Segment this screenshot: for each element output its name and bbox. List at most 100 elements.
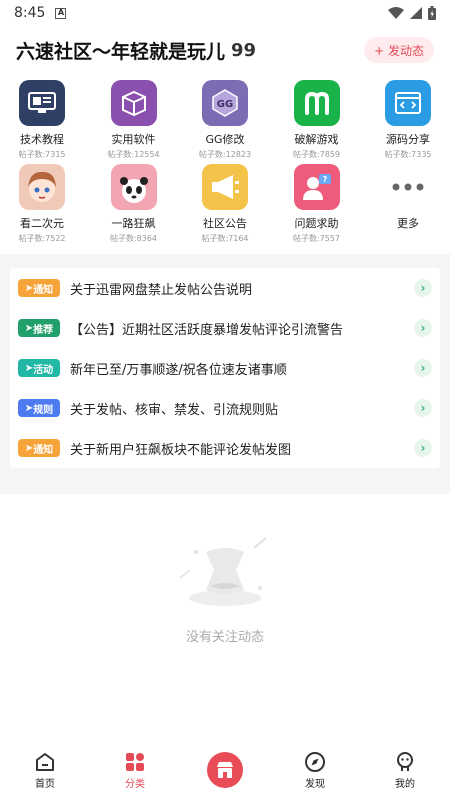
anime-icon <box>19 164 65 210</box>
category-grid: 技术教程 帖子数:7315 实用软件 帖子数:12554 GG GG修改 帖子数… <box>0 80 450 248</box>
category-count: 帖子数:12823 <box>198 150 252 159</box>
code-icon <box>385 80 431 126</box>
category-item-source[interactable]: 源码分享 帖子数:7335 <box>376 80 440 164</box>
tab-mine-label: 我的 <box>395 778 415 790</box>
home-icon <box>36 752 54 771</box>
category-count: 帖子数:12554 <box>107 150 160 159</box>
svg-text:?: ? <box>322 175 327 184</box>
category-count: 帖子数:7164 <box>201 234 249 243</box>
category-name: 社区公告 <box>203 217 247 230</box>
gg-icon: GG <box>202 80 248 126</box>
category-name: 更多 <box>397 217 419 230</box>
tab-category[interactable]: 分类 <box>100 751 170 790</box>
category-name: 看二次元 <box>20 217 64 230</box>
chevron-right-icon: › <box>414 319 432 337</box>
battery-icon <box>428 6 436 20</box>
category-count: 帖子数:7859 <box>292 150 341 159</box>
post-button[interactable]: + 发动态 <box>364 37 434 63</box>
notice-item[interactable]: ➤ 活动 新年已至/万事顺遂/祝各位速友诸事顺 › <box>10 348 440 388</box>
notice-tag-label: 规则 <box>33 404 54 416</box>
signal-icon <box>410 7 422 19</box>
chevron-right-icon: › <box>414 359 432 377</box>
category-item-more[interactable]: 更多 <box>376 164 440 248</box>
bottom-tab-bar: 首页 分类 发现 我的 <box>0 740 450 800</box>
chevron-right-icon: › <box>414 439 432 457</box>
notice-item[interactable]: ➤ 规则 关于发帖、核审、禁发、引流规则贴 › <box>10 388 440 428</box>
grid-icon <box>126 752 144 771</box>
notice-tag-label: 活动 <box>33 364 54 376</box>
tab-category-label: 分类 <box>125 778 145 790</box>
profile-icon <box>397 751 413 771</box>
category-name: 实用软件 <box>111 133 156 146</box>
notice-title: 新年已至/万事顺遂/祝各位速友诸事顺 <box>70 362 287 378</box>
category-item-announcement[interactable]: 社区公告 帖子数:7164 <box>193 164 257 248</box>
notice-title: 关于迅雷网盘禁止发帖公告说明 <box>70 282 253 298</box>
category-row: 看二次元 帖子数:7522 一路狂飙 帖子数:8364 社区公告 帖子数:716… <box>0 164 450 248</box>
category-count: 帖子数:7335 <box>384 150 432 159</box>
notice-tag: ➤ 通知 <box>18 439 60 457</box>
category-name: GG修改 <box>205 133 245 146</box>
notice-title: 关于发帖、核审、禁发、引流规则贴 <box>70 402 279 418</box>
notice-tag: ➤ 通知 <box>18 279 60 297</box>
svg-text:GG: GG <box>217 99 233 110</box>
category-row: 技术教程 帖子数:7315 实用软件 帖子数:12554 GG GG修改 帖子数… <box>0 80 450 164</box>
hourglass-icon <box>179 537 267 606</box>
notice-tag: ➤ 规则 <box>18 399 60 417</box>
category-name: 技术教程 <box>20 133 64 146</box>
category-name: 问题求助 <box>294 217 339 230</box>
tab-discover-label: 发现 <box>305 778 325 790</box>
compass-icon <box>305 751 325 772</box>
store-icon <box>217 762 233 778</box>
category-item-anime[interactable]: 看二次元 帖子数:7522 <box>10 164 74 248</box>
tab-mine[interactable]: 我的 <box>370 751 440 790</box>
category-count: 帖子数:7557 <box>292 234 341 243</box>
box-icon <box>110 80 157 126</box>
category-item-software[interactable]: 实用软件 帖子数:12554 <box>102 80 166 164</box>
category-count: 帖子数:7522 <box>18 234 66 243</box>
tab-publish[interactable] <box>190 752 260 788</box>
m-logo-icon <box>293 80 340 126</box>
category-name: 破解游戏 <box>294 133 339 146</box>
more-icon <box>385 164 431 210</box>
status-time: 8:45 <box>14 5 46 21</box>
app-notification-icon: A <box>55 7 67 19</box>
wifi-icon <box>388 7 404 19</box>
megaphone-icon <box>202 164 248 210</box>
page-title: 六速社区～年轻就是玩儿 <box>16 40 226 63</box>
panda-icon <box>110 164 157 210</box>
tab-home-label: 首页 <box>35 778 55 790</box>
category-item-games[interactable]: 破解游戏 帖子数:7859 <box>285 80 349 164</box>
notice-tag: ➤ 活动 <box>18 359 60 377</box>
notice-tag-label: 通知 <box>33 284 54 296</box>
notice-tag-label: 推荐 <box>33 324 54 336</box>
chevron-right-icon: › <box>414 279 432 297</box>
notice-item[interactable]: ➤ 推荐 【公告】近期社区活跃度暴增发帖评论引流警告 › <box>10 308 440 348</box>
category-item-gg[interactable]: GG GG修改 帖子数:12823 <box>193 80 257 164</box>
status-bar: 8:45 A <box>0 0 450 26</box>
page-header: 六速社区～年轻就是玩儿 99 + 发动态 <box>0 30 450 70</box>
help-icon: ? <box>293 164 340 210</box>
chevron-right-icon: › <box>414 399 432 417</box>
tab-discover[interactable]: 发现 <box>280 751 350 790</box>
publish-button[interactable] <box>207 752 243 788</box>
notice-title: 【公告】近期社区活跃度暴增发帖评论引流警告 <box>70 322 344 338</box>
notice-list: ➤ 通知 关于迅雷网盘禁止发帖公告说明 › ➤ 推荐 【公告】近期社区活跃度暴增发帖… <box>10 268 440 468</box>
category-item-kuangbiao[interactable]: 一路狂飙 帖子数:8364 <box>102 164 166 248</box>
category-name: 一路狂飙 <box>111 217 156 230</box>
empty-state: 没有关注动态 <box>0 530 450 645</box>
empty-state-text: 没有关注动态 <box>185 630 264 645</box>
notice-item[interactable]: ➤ 通知 关于新用户狂飙板块不能评论发帖发图 › <box>10 428 440 468</box>
category-item-tech[interactable]: 技术教程 帖子数:7315 <box>10 80 74 164</box>
notice-tag: ➤ 推荐 <box>18 319 60 337</box>
category-name: 源码分享 <box>386 133 430 146</box>
monitor-icon <box>19 80 65 126</box>
tab-home[interactable]: 首页 <box>10 751 80 790</box>
quote-icon: 99 <box>231 39 257 61</box>
notice-title: 关于新用户狂飙板块不能评论发帖发图 <box>70 442 292 458</box>
notice-tag-label: 通知 <box>33 444 54 456</box>
category-item-help[interactable]: ? 问题求助 帖子数:7557 <box>285 164 349 248</box>
notice-item[interactable]: ➤ 通知 关于迅雷网盘禁止发帖公告说明 › <box>10 268 440 308</box>
category-count: 帖子数:7315 <box>18 150 66 159</box>
category-count: 帖子数:8364 <box>109 234 158 243</box>
status-indicators <box>388 6 436 20</box>
